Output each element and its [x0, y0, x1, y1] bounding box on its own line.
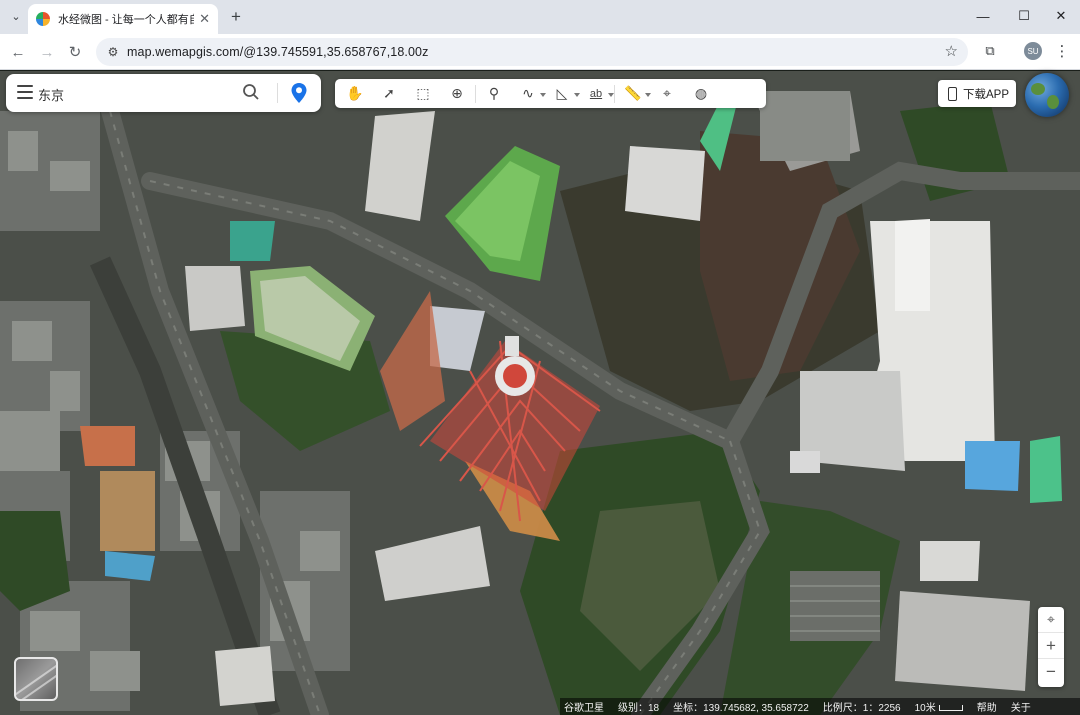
cursor-coordinates: 坐标：139.745682, 35.658722: [673, 703, 809, 714]
site-info-icon[interactable]: ⚙: [104, 43, 122, 61]
globe-icon[interactable]: ◍: [689, 83, 713, 105]
forward-arrow-icon[interactable]: →: [36, 41, 58, 63]
reload-icon[interactable]: ↻: [64, 41, 86, 63]
map-scale: 比例尺：1：2256: [822, 703, 901, 714]
search-divider: [277, 83, 278, 103]
measure-area-icon[interactable]: ⌖: [655, 83, 679, 105]
marker-icon[interactable]: ⚲: [482, 83, 506, 105]
ruler-icon[interactable]: 📏: [621, 83, 651, 105]
minimize-icon[interactable]: —: [972, 6, 994, 26]
help-link[interactable]: 帮助: [977, 699, 997, 714]
box-select-icon[interactable]: ⬚: [411, 83, 435, 105]
satellite-map[interactable]: [0, 71, 1080, 715]
tab-title: 水经微图 - 让每一个人都有自己: [58, 14, 194, 26]
toolbar-divider: [475, 84, 476, 103]
phone-icon: [948, 86, 957, 101]
map-tools-toolbar: ✋ ➚ ⬚ ⊕ ⚲ ∿ ◺ ab 📏 ⌖ ◍: [335, 79, 766, 108]
download-app-label: 下载APP: [963, 88, 1010, 101]
scale-bar: 10米: [915, 699, 963, 714]
browser-menu-icon[interactable]: ⋮: [1054, 41, 1070, 61]
browser-tab[interactable]: 水经微图 - 让每一个人都有自己 ✕: [28, 4, 218, 34]
zoom-control: ⌖ + −: [1038, 607, 1064, 687]
tab-list-dropdown-icon[interactable]: ⌄: [6, 6, 26, 26]
maximize-icon[interactable]: ☐: [1013, 6, 1035, 26]
select-arrow-icon[interactable]: ➚: [377, 83, 401, 105]
about-link[interactable]: 关于: [1011, 699, 1031, 714]
zoom-level: 级别：18: [618, 703, 660, 714]
extensions-puzzle-icon[interactable]: ⧉: [980, 41, 1000, 61]
bookmark-star-icon[interactable]: ☆: [945, 42, 958, 60]
toolbar-divider: [614, 84, 615, 103]
address-bar[interactable]: ⚙ map.wemapgis.com/@139.745591,35.658767…: [96, 38, 968, 66]
browser-toolbar: ← → ↻ ⚙ map.wemapgis.com/@139.745591,35.…: [0, 34, 1080, 70]
map-status-bar: 谷歌卫星 级别：18 坐标：139.745682, 35.658722 比例尺：…: [560, 698, 1080, 715]
zoom-in-button[interactable]: +: [1038, 633, 1064, 659]
base-layer-switcher[interactable]: [14, 657, 58, 701]
tab-close-icon[interactable]: ✕: [199, 11, 210, 27]
search-input[interactable]: 东京: [38, 85, 64, 104]
window-close-icon[interactable]: ✕: [1050, 6, 1072, 26]
search-icon[interactable]: [242, 83, 260, 101]
back-arrow-icon[interactable]: ←: [7, 41, 29, 63]
polyline-icon[interactable]: ∿: [516, 83, 546, 105]
download-app-button[interactable]: 下载APP: [938, 80, 1016, 107]
menu-hamburger-icon[interactable]: [17, 85, 33, 99]
imagery-source: 谷歌卫星: [564, 703, 604, 714]
zoom-extent-icon[interactable]: ⊕: [445, 83, 469, 105]
text-label-icon[interactable]: ab: [584, 83, 614, 105]
3d-globe-icon[interactable]: [1025, 73, 1069, 117]
profile-avatar[interactable]: SU: [1024, 42, 1042, 60]
new-tab-button[interactable]: +: [226, 7, 246, 27]
hand-pan-icon[interactable]: ✋: [343, 83, 367, 105]
browser-tab-strip: ⌄ 水经微图 - 让每一个人都有自己 ✕ + — ☐ ✕: [0, 0, 1080, 34]
satellite-imagery: [0, 71, 1080, 715]
zoom-out-button[interactable]: −: [1038, 659, 1064, 685]
polygon-icon[interactable]: ◺: [550, 83, 580, 105]
address-url[interactable]: map.wemapgis.com/@139.745591,35.658767,1…: [127, 45, 428, 59]
locate-crosshair-icon[interactable]: ⌖: [1038, 607, 1064, 633]
earth-favicon-icon: [36, 12, 50, 26]
location-pin-icon[interactable]: [290, 82, 308, 104]
search-box: 东京: [6, 74, 321, 112]
